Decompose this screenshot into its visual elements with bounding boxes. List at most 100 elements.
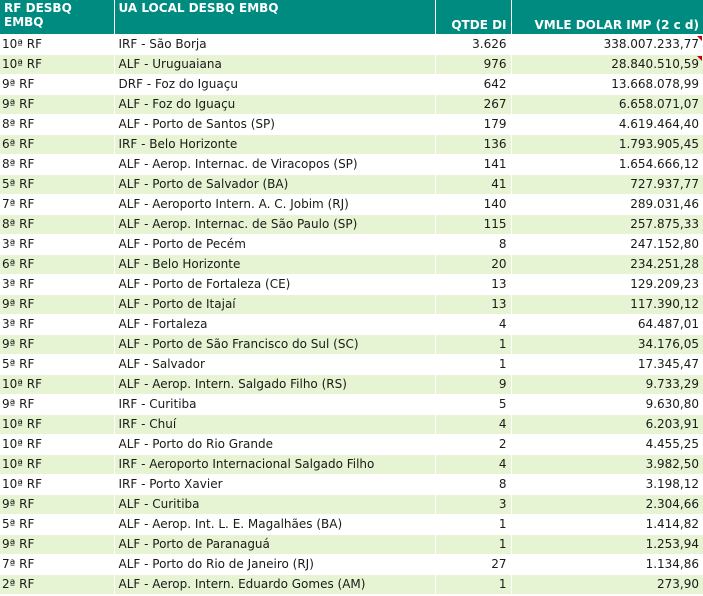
table-row: 10ª RF IRF - Aeroporto Internacional Salg… [0, 454, 703, 475]
cell-ua: ALF - Uruguaiana [114, 54, 436, 75]
table-row: 5ª RF ALF - Salvador 1 17.345,47 [0, 354, 703, 375]
cell-qtde: 5 [435, 394, 512, 415]
cell-qtde: 20 [435, 254, 512, 275]
cell-ua: ALF - Aerop. Internac. de Viracopos (SP) [114, 154, 436, 175]
cell-ua: ALF - Porto de São Francisco do Sul (SC) [114, 334, 436, 355]
table-row: 10ª RF IRF - Chuí 4 6.203,91 [0, 414, 703, 435]
table-row: 3ª RF ALF - Porto de Fortaleza (CE) 13 129.… [0, 274, 703, 295]
cell-rf: 10ª RF [0, 414, 115, 435]
cell-ua: ALF - Aerop. Intern. Salgado Filho (RS) [114, 374, 436, 395]
cell-rf: 6ª RF [0, 134, 115, 155]
cell-rf: 5ª RF [0, 174, 115, 195]
cell-vmle: 289.031,46 [511, 194, 703, 215]
cell-vmle: 34.176,05 [511, 334, 703, 355]
table-row: 8ª RF ALF - Porto de Santos (SP) 179 4.619.… [0, 114, 703, 135]
cell-rf: 9ª RF [0, 74, 115, 95]
cell-ua: ALF - Foz do Iguaçu [114, 94, 436, 115]
cell-rf: 9ª RF [0, 94, 115, 115]
cell-ua: ALF - Belo Horizonte [114, 254, 436, 275]
cell-qtde: 8 [435, 234, 512, 255]
cell-vmle: 129.209,23 [511, 274, 703, 295]
cell-qtde: 140 [435, 194, 512, 215]
cell-vmle: 234.251,28 [511, 254, 703, 275]
cell-ua: ALF - Porto de Paranaguá [114, 534, 436, 555]
cell-vmle: 1.134,86 [511, 554, 703, 575]
cell-rf: 10ª RF [0, 34, 115, 55]
cell-vmle: 1.793.905,45 [511, 134, 703, 155]
cell-qtde: 1 [435, 354, 512, 375]
cell-vmle: 1.253,94 [511, 534, 703, 555]
cell-rf: 8ª RF [0, 154, 115, 175]
cell-vmle: 1.654.666,12 [511, 154, 703, 175]
table-row: 8ª RF ALF - Aerop. Internac. de São Paulo… [0, 214, 703, 235]
cell-ua: ALF - Curitiba [114, 494, 436, 515]
cell-qtde: 1 [435, 514, 512, 535]
column-header-vmle[interactable]: VMLE DOLAR IMP (2 c d) [511, 0, 703, 35]
table-row: 6ª RF IRF - Belo Horizonte 136 1.793.905,45 [0, 134, 703, 155]
cell-ua: ALF - Porto de Salvador (BA) [114, 174, 436, 195]
table-row: 7ª RF ALF - Aeroporto Intern. A. C. Jobim… [0, 194, 703, 215]
cell-rf: 10ª RF [0, 454, 115, 475]
cell-qtde: 13 [435, 274, 512, 295]
table-row: 9ª RF DRF - Foz do Iguaçu 642 13.668.078,99 [0, 74, 703, 95]
cell-vmle: 64.487,01 [511, 314, 703, 335]
table-row: 9ª RF ALF - Porto de Paranaguá 1 1.253,94 [0, 534, 703, 555]
cell-rf: 8ª RF [0, 214, 115, 235]
cell-qtde: 115 [435, 214, 512, 235]
cell-vmle: 4.619.464,40 [511, 114, 703, 135]
table-row: 9ª RF ALF - Porto de Itajaí 13 117.390,12 [0, 294, 703, 315]
cell-qtde: 41 [435, 174, 512, 195]
cell-vmle: 338.007.233,77 [511, 34, 703, 55]
table-row: 10ª RF IRF - Porto Xavier 8 3.198,12 [0, 474, 703, 495]
table-row: 8ª RF ALF - Aerop. Internac. de Viracopos… [0, 154, 703, 175]
table-row: 2ª RF ALF - Aerop. Intern. Eduardo Gomes … [0, 574, 703, 594]
cell-rf: 2ª RF [0, 574, 115, 594]
table-row: 7ª RF ALF - Porto do Rio de Janeiro (RJ) 2… [0, 554, 703, 575]
column-header-rf[interactable]: RF DESBQ EMBQ [0, 0, 115, 35]
cell-rf: 9ª RF [0, 334, 115, 355]
cell-qtde: 4 [435, 414, 512, 435]
cell-ua: IRF - Chuí [114, 414, 436, 435]
table-row: 10ª RF ALF - Uruguaiana 976 28.840.510,59 [0, 54, 703, 75]
import-data-table: RF DESBQ EMBQ UA LOCAL DESBQ EMBQ QTDE D… [0, 0, 703, 594]
cell-ua: ALF - Porto de Santos (SP) [114, 114, 436, 135]
cell-vmle: 17.345,47 [511, 354, 703, 375]
table-row: 10ª RF IRF - São Borja 3.626 338.007.233,77 [0, 34, 703, 55]
cell-vmle: 6.203,91 [511, 414, 703, 435]
column-header-qtde[interactable]: QTDE DI [435, 0, 512, 35]
column-header-ua[interactable]: UA LOCAL DESBQ EMBQ [114, 0, 436, 35]
cell-rf: 10ª RF [0, 54, 115, 75]
cell-rf: 7ª RF [0, 194, 115, 215]
cell-rf: 7ª RF [0, 554, 115, 575]
cell-qtde: 141 [435, 154, 512, 175]
cell-ua: IRF - Porto Xavier [114, 474, 436, 495]
table-body: 10ª RF IRF - São Borja 3.626 338.007.233,77… [0, 34, 703, 594]
table-row: 5ª RF ALF - Aerop. Int. L. E. Magalhães (… [0, 514, 703, 535]
cell-vmle: 9.733,29 [511, 374, 703, 395]
table-row: 3ª RF ALF - Porto de Pecém 8 247.152,80 [0, 234, 703, 255]
cell-rf: 3ª RF [0, 274, 115, 295]
table-row: 9ª RF IRF - Curitiba 5 9.630,80 [0, 394, 703, 415]
table-row: 6ª RF ALF - Belo Horizonte 20 234.251,28 [0, 254, 703, 275]
comment-marker-icon [697, 36, 702, 41]
cell-rf: 3ª RF [0, 234, 115, 255]
table-row: 5ª RF ALF - Porto de Salvador (BA) 41 727.9… [0, 174, 703, 195]
table-row: 9ª RF ALF - Curitiba 3 2.304,66 [0, 494, 703, 515]
table-row: 10ª RF ALF - Aerop. Intern. Salgado Filho… [0, 374, 703, 395]
cell-rf: 9ª RF [0, 394, 115, 415]
cell-qtde: 4 [435, 454, 512, 475]
cell-ua: IRF - São Borja [114, 34, 436, 55]
cell-vmle: 247.152,80 [511, 234, 703, 255]
cell-ua: ALF - Aeroporto Intern. A. C. Jobim (RJ) [114, 194, 436, 215]
cell-rf: 6ª RF [0, 254, 115, 275]
column-header-rf-line2: EMBQ [4, 15, 44, 29]
cell-vmle: 117.390,12 [511, 294, 703, 315]
cell-ua: ALF - Porto do Rio Grande [114, 434, 436, 455]
table-row: 9ª RF ALF - Foz do Iguaçu 267 6.658.071,07 [0, 94, 703, 115]
cell-qtde: 3 [435, 494, 512, 515]
cell-vmle: 273,90 [511, 574, 703, 594]
cell-ua: ALF - Fortaleza [114, 314, 436, 335]
cell-ua: ALF - Aerop. Internac. de São Paulo (SP) [114, 214, 436, 235]
cell-vmle: 2.304,66 [511, 494, 703, 515]
cell-rf: 8ª RF [0, 114, 115, 135]
